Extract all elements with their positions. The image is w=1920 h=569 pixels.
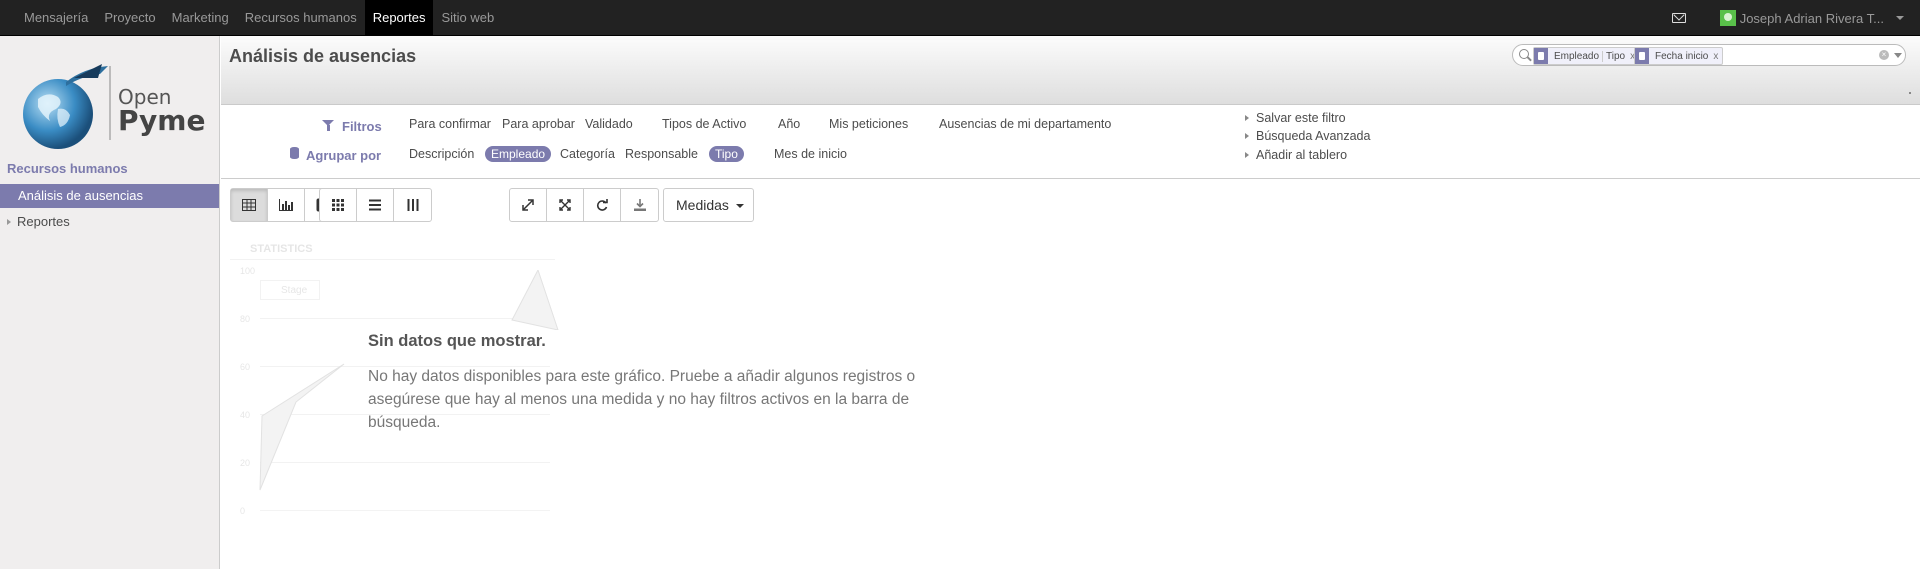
filter-tipos-de-activo[interactable]: Tipos de Activo [662,117,746,131]
expand-button[interactable] [510,189,547,221]
refresh-button[interactable] [584,189,621,221]
facet-value: Empleado [1554,50,1600,62]
groupby-mes-de-inicio[interactable]: Mes de inicio [774,147,847,161]
download-icon [633,199,646,211]
placeholder-legend: Stage [260,280,320,300]
sidebar-item-reportes[interactable]: Reportes [0,212,219,232]
grid-icon [332,199,344,211]
menu-reportes[interactable]: Reportes [364,0,434,36]
filter-mis-peticiones[interactable]: Mis peticiones [829,117,908,131]
openpyme-logo[interactable]: Open Pyme [18,54,208,164]
menu-sitio-web[interactable]: Sitio web [433,0,502,36]
filter-ausencias-departamento[interactable]: Ausencias de mi departamento [939,117,1111,131]
resize-dot [1909,92,1911,94]
columns-icon [407,199,418,211]
table-view-button[interactable] [231,189,268,221]
hint-arrow [511,270,559,330]
tick-label: 40 [240,410,251,420]
tick-label: 0 [240,506,246,516]
filters-label: Filtros [342,119,382,134]
filter-validado[interactable]: Validado [585,117,633,131]
bar-chart-button[interactable] [268,189,305,221]
add-to-dashboard-link[interactable]: Añadir al tablero [1245,148,1347,162]
search-drawer: Filtros Para confirmar Para aprobar Vali… [221,105,1920,179]
filter-icon [322,120,334,131]
group-by-label: Agrupar por [306,148,382,163]
left-sidebar: Open Pyme Recursos humanos Análisis de a… [0,36,220,569]
search-facet-groupby[interactable]: Empleado Tipo x [1533,47,1641,65]
tick-label: 20 [240,458,251,468]
groupby-responsable[interactable]: Responsable [625,147,698,161]
menu-mensajeria[interactable]: Mensajería [16,0,96,36]
sidebar-item-analisis-ausencias[interactable]: Análisis de ausencias [0,184,219,208]
page-title: Análisis de ausencias [229,46,417,66]
layout-group [319,188,432,222]
expand-icon [522,199,534,211]
menu-marketing[interactable]: Marketing [164,0,237,36]
measures-dropdown-button[interactable]: Medidas [663,188,754,222]
user-area: Joseph Adrian Rivera T... [1671,0,1904,36]
grid-mode-button[interactable] [320,189,357,221]
filter-ano[interactable]: Año [778,117,800,131]
app-menu: Mensajería Proyecto Marketing Recursos h… [16,0,502,36]
groupby-categoria[interactable]: Categoría [560,147,615,161]
user-name[interactable]: Joseph Adrian Rivera T... [1740,11,1884,26]
no-data-message: Sin datos que mostrar. No hay datos disp… [368,332,928,434]
menu-recursos-humanos[interactable]: Recursos humanos [237,0,365,36]
facet-remove-button[interactable]: x [1711,51,1722,62]
filter-para-aprobar[interactable]: Para aprobar [502,117,575,131]
search-input[interactable]: Empleado Tipo x Fecha inicio x × [1512,44,1906,66]
avatar[interactable] [1719,10,1736,26]
bar-chart-icon [279,199,293,211]
groupby-descripcion[interactable]: Descripción [409,147,474,161]
download-button[interactable] [621,189,658,221]
facet-value: Fecha inicio [1655,50,1709,62]
calendar-icon [1635,48,1649,64]
database-icon [1534,48,1548,64]
groupby-empleado[interactable]: Empleado [485,146,552,162]
save-filter-link[interactable]: Salvar este filtro [1245,111,1346,125]
refresh-icon [596,199,608,211]
database-icon [290,147,299,159]
collapse-button[interactable] [547,189,584,221]
columns-mode-button[interactable] [394,189,431,221]
collapse-icon [559,199,571,211]
search-facet-date[interactable]: Fecha inicio x [1634,47,1724,65]
advanced-search-link[interactable]: Búsqueda Avanzada [1245,129,1370,143]
hint-arrow [259,363,345,491]
gridline [260,510,550,511]
list-mode-button[interactable] [357,189,394,221]
clear-search-icon[interactable]: × [1879,50,1889,60]
tick-label: 60 [240,362,251,372]
tick-label: 80 [240,314,251,324]
list-icon [369,199,381,211]
groupby-tipo[interactable]: Tipo [709,146,744,162]
filter-para-confirmar[interactable]: Para confirmar [409,117,491,131]
facet-value: Tipo [1602,50,1628,62]
search-options-toggle-icon[interactable] [1894,53,1902,58]
placeholder-title: STATISTICS [230,238,555,260]
svg-text:Pyme: Pyme [118,104,205,137]
menu-proyecto[interactable]: Proyecto [96,0,163,36]
search-icon [1519,49,1529,59]
section-title: Recursos humanos [7,161,128,176]
gridline [260,318,550,319]
table-icon [242,199,256,211]
chevron-down-icon[interactable] [1896,16,1904,20]
tick-label: 100 [240,266,256,276]
no-data-body: No hay datos disponibles para este gráfi… [368,368,916,431]
envelope-icon[interactable] [1671,13,1686,23]
actions-group [509,188,659,222]
no-data-title: Sin datos que mostrar. [368,332,546,350]
view-header: Análisis de ausencias Empleado Tipo x Fe… [221,36,1920,105]
top-navbar: Mensajería Proyecto Marketing Recursos h… [0,0,1920,36]
